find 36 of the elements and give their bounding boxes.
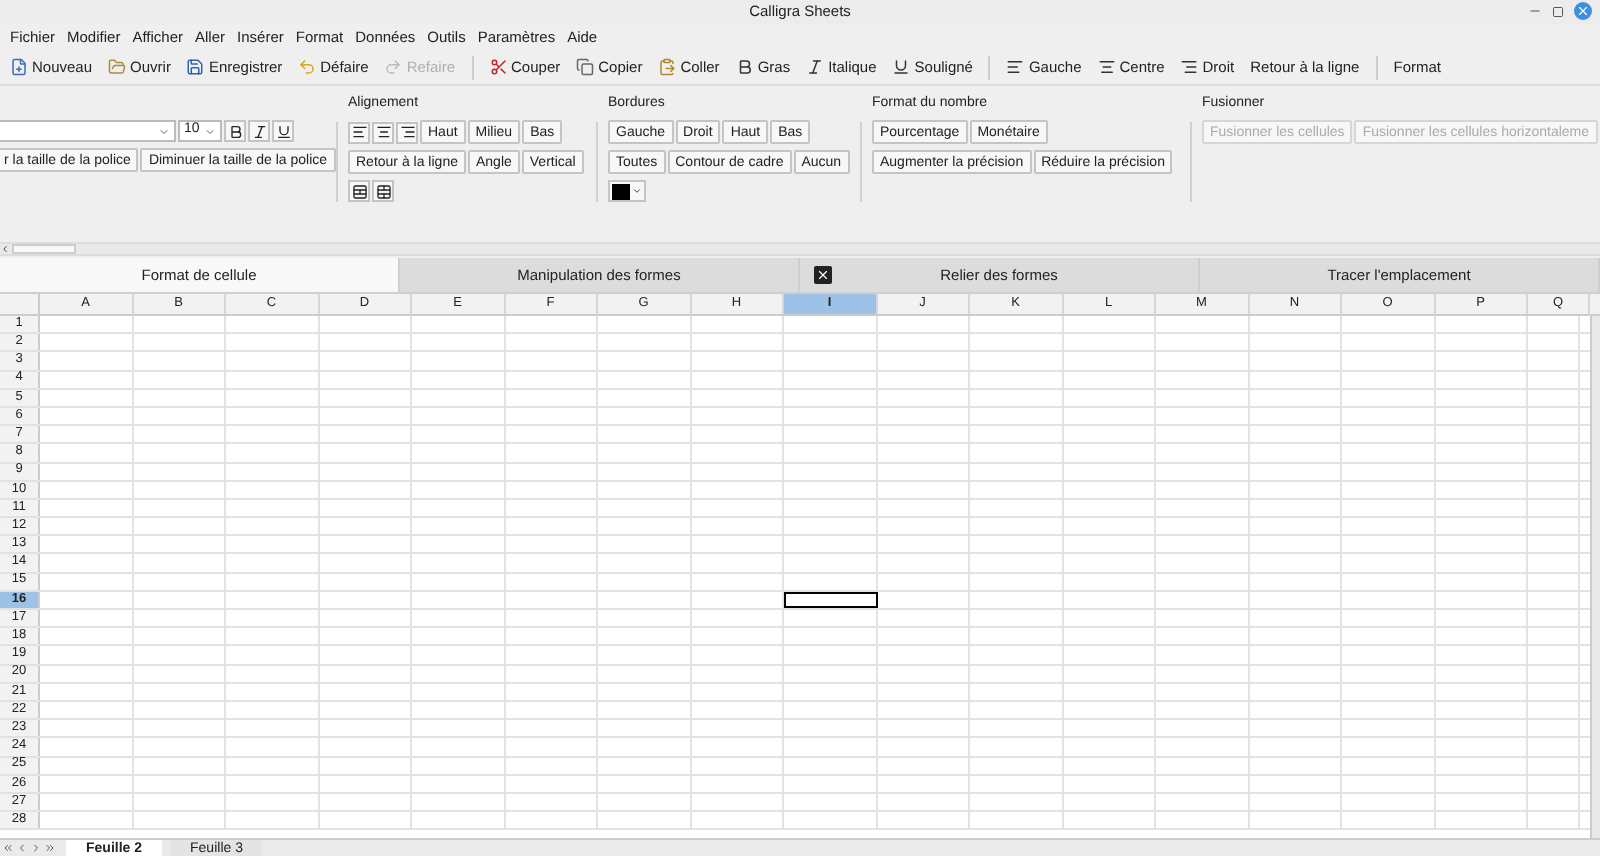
minimize-icon[interactable] — [1528, 4, 1542, 18]
undo-icon — [298, 58, 317, 76]
font-field[interactable] — [0, 120, 176, 142]
italic-button[interactable] — [248, 120, 270, 142]
redo-icon — [384, 58, 403, 76]
underline-button[interactable] — [272, 120, 294, 142]
folder-icon — [108, 58, 127, 76]
align-right-button[interactable] — [396, 121, 418, 143]
align-left-button[interactable] — [348, 121, 370, 143]
x-icon — [814, 266, 832, 284]
align-right-icon — [1180, 58, 1199, 76]
new-file-icon — [10, 58, 28, 76]
align-center-button[interactable] — [372, 121, 394, 143]
vertical-scrollbar[interactable] — [1590, 316, 1600, 838]
maximize-icon[interactable] — [1552, 5, 1564, 17]
last-sheet-icon[interactable] — [44, 842, 56, 854]
horizontal-scrollbar[interactable] — [0, 242, 1600, 256]
italic-icon — [806, 58, 825, 76]
dropdown-icon — [204, 125, 216, 137]
selected-cell[interactable] — [784, 591, 877, 608]
scroll-left-icon[interactable] — [0, 244, 10, 254]
bold-icon — [735, 58, 754, 76]
dropdown-icon — [158, 125, 170, 137]
close-icon[interactable] — [1574, 2, 1592, 20]
bold-button[interactable] — [224, 120, 246, 142]
underline-icon — [892, 58, 911, 76]
dropdown-icon — [632, 186, 642, 196]
scissors-icon — [489, 58, 508, 76]
first-sheet-icon[interactable] — [2, 842, 14, 854]
color-picker[interactable] — [608, 180, 646, 202]
save-icon — [186, 58, 205, 76]
align-left-icon — [1006, 58, 1025, 76]
align-center-icon — [1097, 58, 1116, 76]
clipboard-icon — [658, 58, 677, 76]
copy-icon — [576, 58, 595, 76]
scrollbar-thumb[interactable] — [12, 244, 76, 254]
